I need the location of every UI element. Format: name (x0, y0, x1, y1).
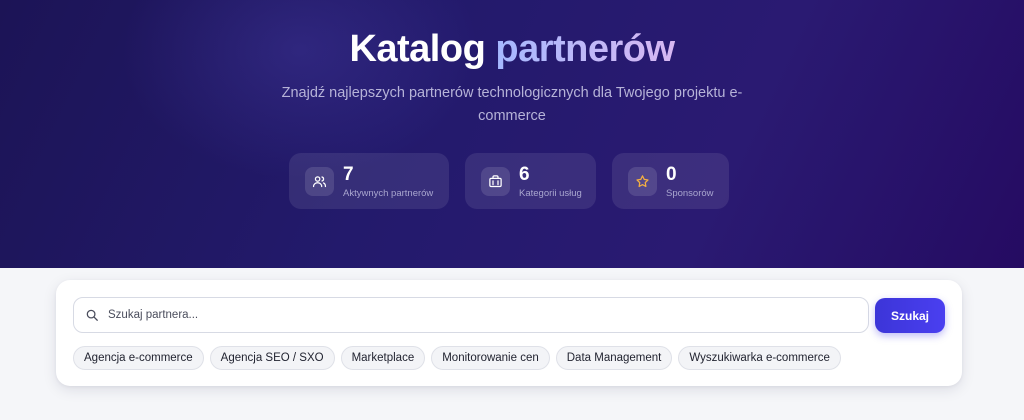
title-accent: partnerów (495, 28, 675, 70)
stat-label: Aktywnych partnerów (343, 188, 434, 199)
category-chip-agencja-ecommerce[interactable]: Agencja e-commerce (73, 346, 204, 370)
category-chips: Agencja e-commerce Agencja SEO / SXO Mar… (73, 346, 841, 370)
search-panel: Szukaj Agencja e-commerce Agencja SEO / … (56, 280, 962, 386)
briefcase-icon (481, 167, 510, 196)
search-button[interactable]: Szukaj (875, 298, 945, 333)
page-subtitle: Znajdź najlepszych partnerów technologic… (281, 85, 743, 124)
stat-card-partners: 7 Aktywnych partnerów (289, 153, 449, 209)
search-box (73, 297, 869, 333)
category-chip-wyszukiwarka[interactable]: Wyszukiwarka e-commerce (678, 346, 841, 370)
stat-label: Kategorii usług (519, 188, 582, 199)
title-main: Katalog (349, 28, 486, 70)
page-title: Katalog partnerów (0, 28, 1024, 71)
stat-value: 6 (519, 164, 530, 185)
stat-label: Sponsorów (666, 188, 714, 199)
users-icon (305, 167, 334, 196)
stat-value: 0 (666, 164, 677, 185)
search-icon (85, 308, 99, 322)
category-chip-marketplace[interactable]: Marketplace (340, 346, 426, 370)
hero-banner: Katalog partnerów Znajdź najlepszych par… (0, 0, 1024, 268)
star-icon (628, 167, 657, 196)
stat-value: 7 (343, 164, 354, 185)
stat-card-sponsors: 0 Sponsorów (612, 153, 729, 209)
category-chip-agencja-seo-sxo[interactable]: Agencja SEO / SXO (209, 346, 335, 370)
category-chip-monitorowanie-cen[interactable]: Monitorowanie cen (431, 346, 550, 370)
stat-card-categories: 6 Kategorii usług (465, 153, 596, 209)
category-chip-data-management[interactable]: Data Management (555, 346, 673, 370)
search-input[interactable] (108, 298, 858, 332)
